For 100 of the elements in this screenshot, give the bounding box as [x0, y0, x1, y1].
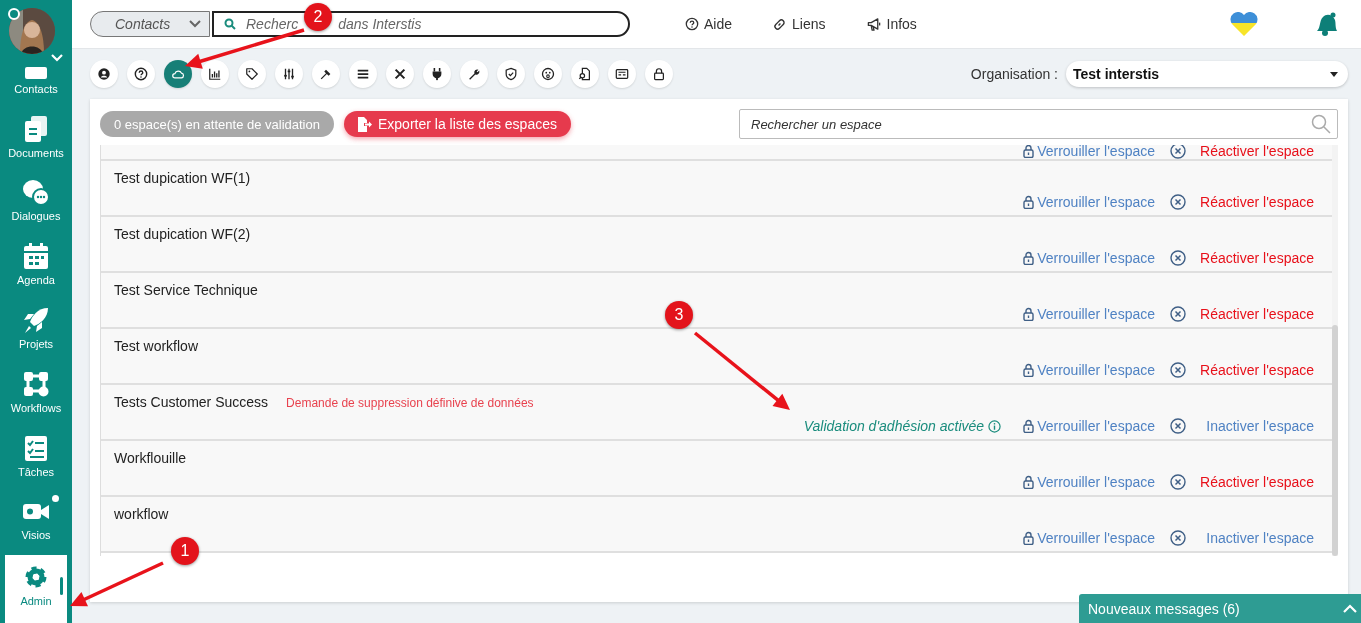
space-name: Test dupication WF(2) [114, 226, 251, 242]
avatar[interactable] [9, 8, 55, 54]
sidebar-item[interactable]: Admin [5, 555, 67, 623]
reactivate-link[interactable]: Réactiver l'espace [1198, 474, 1314, 490]
lock-icon [1023, 251, 1035, 265]
toolbar-button[interactable] [645, 60, 673, 88]
chevron-up-icon [1343, 604, 1357, 613]
sidebar-item[interactable]: Documents [5, 111, 67, 176]
toolbar-button[interactable] [460, 60, 488, 88]
lock-space-link[interactable]: Verrouiller l'espace [1023, 362, 1155, 378]
workflow-icon [22, 369, 50, 398]
toolbar-button[interactable] [497, 60, 525, 88]
caret-icon [1330, 71, 1338, 77]
search-field[interactable]: Rechercher un espace [739, 109, 1338, 139]
face-icon [541, 67, 555, 81]
lock-space-link[interactable]: Verrouiller l'espace [1023, 145, 1155, 159]
space-name: Tests Customer Success [114, 394, 269, 410]
toolbar-button[interactable] [386, 60, 414, 88]
sidebar-item[interactable]: Tâches [5, 430, 67, 495]
chevron-down-icon[interactable] [51, 54, 63, 62]
close-circle-icon[interactable] [1170, 362, 1186, 378]
reactivate-link[interactable]: Réactiver l'espace [1198, 306, 1314, 322]
new-messages-bar[interactable]: Nouveaux messages (6) [1079, 594, 1361, 623]
close-circle-icon[interactable] [1170, 250, 1186, 266]
id-card-icon [615, 67, 629, 81]
reactivate-link[interactable]: Réactiver l'espace [1198, 145, 1314, 159]
nav-link[interactable]: Liens [772, 16, 826, 32]
calendar-icon [22, 242, 50, 271]
validation-status: Validation d'adhésion activée [803, 418, 985, 434]
toolbar-button[interactable] [201, 60, 229, 88]
lock-icon [652, 67, 666, 81]
toolbar-button[interactable] [608, 60, 636, 88]
toolbar-button[interactable] [90, 60, 118, 88]
space-name: Workflouille [114, 450, 187, 466]
organisation-dropdown[interactable]: Test interstis [1066, 61, 1348, 87]
file-export-icon [357, 116, 372, 132]
sidebar-item[interactable]: Agenda [5, 239, 67, 304]
lock-space-link[interactable]: Verrouiller l'espace [1023, 194, 1155, 210]
lock-space-link[interactable]: Verrouiller l'espace [1023, 306, 1155, 322]
scope-dropdown[interactable]: Contacts [90, 11, 210, 37]
lock-icon [1023, 419, 1035, 433]
chevron-down-icon [189, 20, 201, 28]
lock-icon [1023, 145, 1035, 158]
chat-bubbles-icon [22, 178, 50, 207]
toolbar-button[interactable] [571, 60, 599, 88]
search-icon [1311, 114, 1331, 134]
toolbar-button[interactable] [312, 60, 340, 88]
deactivate-link[interactable]: Inactiver l'espace [1198, 418, 1314, 434]
sidebar-item[interactable]: Workflows [5, 366, 67, 431]
close-circle-icon[interactable] [1170, 474, 1186, 490]
heart-icon[interactable] [1229, 11, 1259, 37]
lock-icon [1023, 307, 1035, 321]
lock-space-link[interactable]: Verrouiller l'espace [1023, 250, 1155, 266]
toolbar-button[interactable] [275, 60, 303, 88]
space-name: workflow [114, 506, 169, 522]
deactivate-link[interactable]: Inactiver l'espace [1198, 530, 1314, 546]
link-icon [772, 16, 788, 32]
checklist-icon [22, 433, 50, 462]
new-messages-label: Nouveaux messages (6) [1088, 600, 1240, 617]
lock-space-link[interactable]: Verrouiller l'espace [1023, 418, 1155, 434]
space-name: Test workflow [114, 338, 199, 354]
scrollbar-thumb[interactable] [1332, 325, 1338, 556]
sidebar-item[interactable]: Contacts [5, 47, 67, 112]
document-search-icon [578, 67, 592, 81]
sliders-icon [282, 67, 296, 81]
lock-icon [1023, 195, 1035, 209]
sidebar-item[interactable]: Projets [5, 303, 67, 367]
toolbar-button[interactable] [423, 60, 451, 88]
close-circle-icon[interactable] [1170, 306, 1186, 322]
close-circle-icon[interactable] [1170, 418, 1186, 434]
lock-space-link[interactable]: Verrouiller l'espace [1023, 474, 1155, 490]
lock-icon [1023, 475, 1035, 489]
nav-link[interactable]: Infos [865, 16, 917, 32]
sidebar-item[interactable]: Dialogues [5, 175, 67, 240]
lock-icon [1023, 531, 1035, 545]
reactivate-link[interactable]: Réactiver l'espace [1198, 362, 1314, 378]
reactivate-link[interactable]: Réactiver l'espace [1198, 250, 1314, 266]
deletion-request-note: Demande de suppression définive de données [286, 396, 534, 410]
user-icon [97, 67, 111, 81]
wrench-icon [467, 67, 481, 81]
space-name: Test dupication WF(1) [114, 170, 251, 186]
cloud-icon [171, 67, 185, 81]
toolbar-button[interactable] [349, 60, 377, 88]
shield-icon [504, 67, 518, 81]
close-circle-icon[interactable] [1170, 194, 1186, 210]
export-button[interactable]: Exporter la liste des espaces [343, 111, 571, 137]
nav-link[interactable]: Aide [685, 16, 733, 32]
toolbar-button[interactable] [127, 60, 155, 88]
hammer-icon [319, 67, 333, 81]
close-circle-icon[interactable] [1170, 530, 1186, 546]
toolbar-button[interactable] [238, 60, 266, 88]
scroll-handle [60, 577, 63, 596]
lock-icon [1023, 363, 1035, 377]
reactivate-link[interactable]: Réactiver l'espace [1198, 194, 1314, 210]
lock-space-link[interactable]: Verrouiller l'espace [1023, 530, 1155, 546]
tag-icon [245, 67, 259, 81]
help-icon [134, 67, 148, 81]
megaphone-icon [865, 16, 882, 32]
toolbar-button[interactable] [534, 60, 562, 88]
info-icon[interactable] [988, 419, 1002, 433]
